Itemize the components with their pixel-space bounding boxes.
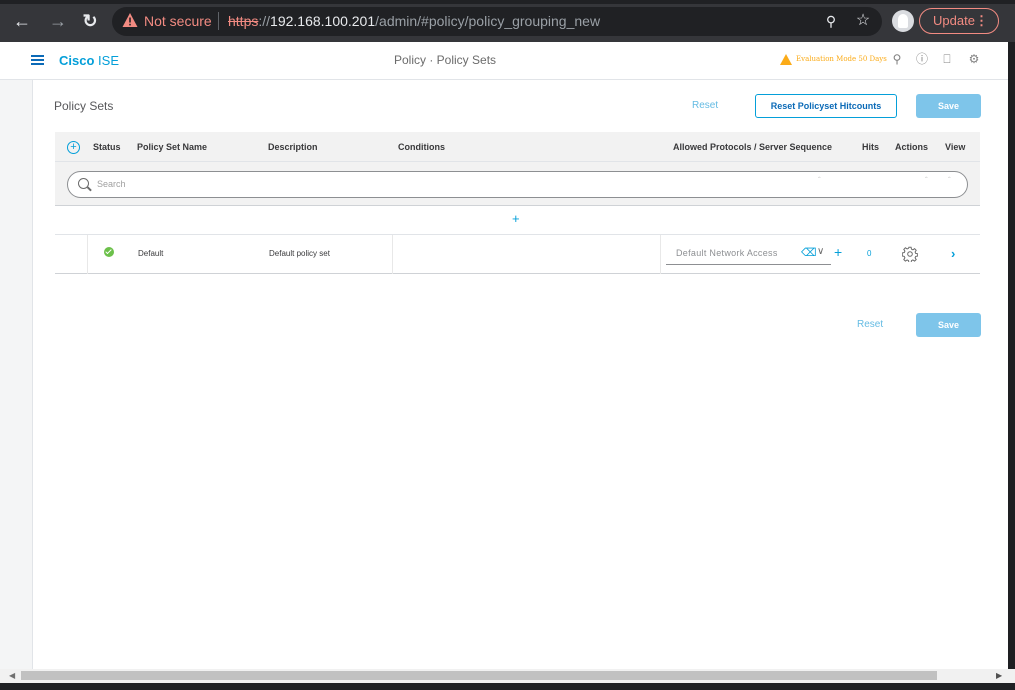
footer-reset-link[interactable]: Reset [857, 319, 883, 330]
brand-logo: Cisco ISE [59, 53, 119, 68]
save-button[interactable]: Save [916, 94, 981, 118]
policy-set-name[interactable]: Default [138, 249, 163, 258]
address-bar[interactable]: Not secure https://192.168.100.201/admin… [112, 7, 882, 36]
search-row: Search ˆ ˆ ˆ [55, 162, 980, 206]
warning-triangle-icon [122, 13, 138, 27]
sort-indicator-icon: ˆ [818, 176, 821, 185]
app-header: Cisco ISE Policy · Policy Sets Evaluatio… [0, 42, 1008, 80]
brand-product: ISE [98, 53, 119, 68]
policy-set-description[interactable]: Default policy set [269, 249, 330, 258]
left-rail [0, 80, 33, 669]
col-hits[interactable]: Hits [862, 142, 879, 152]
chevron-down-icon[interactable]: ∨ [817, 246, 824, 257]
scrollbar-thumb[interactable] [21, 671, 937, 680]
url-host: 192.168.100.201 [270, 13, 376, 29]
reload-icon[interactable]: ↻ [80, 11, 100, 31]
help-icon[interactable]: ⓘ [914, 51, 930, 67]
status-enabled-icon[interactable] [104, 247, 114, 257]
browser-toolbar: ← → ↻ Not secure https://192.168.100.201… [0, 0, 1015, 42]
col-actions[interactable]: Actions [895, 142, 928, 152]
reset-hitcounts-button[interactable]: Reset Policyset Hitcounts [755, 94, 897, 118]
window-edge [1008, 42, 1015, 669]
insert-row-icon[interactable]: + [512, 211, 520, 226]
col-status[interactable]: Status [93, 142, 121, 152]
allowed-protocols-value: Default Network Access [676, 248, 778, 258]
horizontal-scrollbar[interactable]: ◀ ▶ [0, 669, 1015, 683]
security-status[interactable]: Not secure [144, 13, 212, 29]
add-policy-set-icon[interactable]: + [67, 141, 80, 154]
brand-name: Cisco [59, 53, 95, 68]
scroll-right-icon[interactable]: ▶ [996, 671, 1002, 680]
col-description[interactable]: Description [268, 142, 318, 152]
ise-app: Cisco ISE Policy · Policy Sets Evaluatio… [0, 42, 1008, 669]
scroll-left-icon[interactable]: ◀ [9, 671, 15, 680]
search-input[interactable]: Search ˆ ˆ ˆ [67, 171, 968, 198]
cell-divider [87, 235, 88, 274]
evaluation-text: Evaluation Mode 50 Days [796, 55, 887, 63]
col-view[interactable]: View [945, 142, 965, 152]
profile-avatar[interactable] [892, 10, 914, 32]
hits-count: 0 [867, 249, 872, 258]
col-policy-set-name[interactable]: Policy Set Name [137, 142, 207, 152]
address-separator [218, 12, 219, 30]
back-arrow-icon[interactable]: ← [12, 11, 32, 31]
update-button[interactable]: Update ⋮ [919, 8, 999, 34]
more-menu-icon: ⋮ [975, 13, 988, 28]
clear-icon[interactable]: ⌫ [801, 246, 817, 259]
table-row[interactable]: Default Default policy set Default Netwo… [55, 235, 980, 274]
col-allowed-protocols[interactable]: Allowed Protocols / Server Sequence [673, 142, 832, 152]
cell-divider [392, 235, 393, 274]
page-title: Policy Sets [54, 99, 114, 113]
settings-icon[interactable]: ⚙ [966, 51, 982, 67]
bookmark-star-icon[interactable]: ☆ [854, 12, 872, 30]
reset-link[interactable]: Reset [692, 100, 718, 111]
cell-divider [660, 235, 661, 274]
zoom-icon[interactable]: ⚲ [822, 12, 840, 30]
magnifier-icon [78, 178, 89, 189]
allowed-protocols-select[interactable]: Default Network Access ⌫ ∨ [666, 244, 831, 265]
col-conditions[interactable]: Conditions [398, 142, 445, 152]
search-icon[interactable]: ⚲ [889, 51, 905, 67]
table-header: + Status Policy Set Name Description Con… [55, 132, 980, 162]
url-scheme: https [228, 13, 259, 29]
warning-icon [780, 53, 792, 65]
evaluation-notice[interactable]: Evaluation Mode 50 Days [780, 53, 887, 65]
forward-arrow-icon[interactable]: → [48, 11, 68, 31]
hamburger-menu-icon[interactable] [31, 55, 44, 65]
footer-save-button[interactable]: Save [916, 313, 981, 337]
tab-strip [0, 0, 1015, 4]
chevron-right-icon[interactable]: › [951, 246, 955, 261]
add-row: + [55, 206, 980, 235]
sort-indicator-icon: ˆ [925, 176, 928, 185]
notifications-icon[interactable]: ⎕ [939, 51, 955, 67]
sort-indicator-icon: ˆ [948, 176, 951, 185]
url-separator: :// [258, 13, 271, 29]
add-protocol-icon[interactable]: + [834, 245, 842, 259]
update-label: Update [933, 13, 975, 28]
url-text[interactable]: https://192.168.100.201/admin/#policy/po… [228, 13, 600, 29]
window-bottom-edge [0, 683, 1015, 690]
search-placeholder: Search [97, 179, 126, 189]
url-path: /admin/#policy/policy_grouping_new [375, 13, 601, 29]
page-breadcrumb: Policy · Policy Sets [394, 53, 497, 67]
gear-icon[interactable] [902, 246, 918, 262]
